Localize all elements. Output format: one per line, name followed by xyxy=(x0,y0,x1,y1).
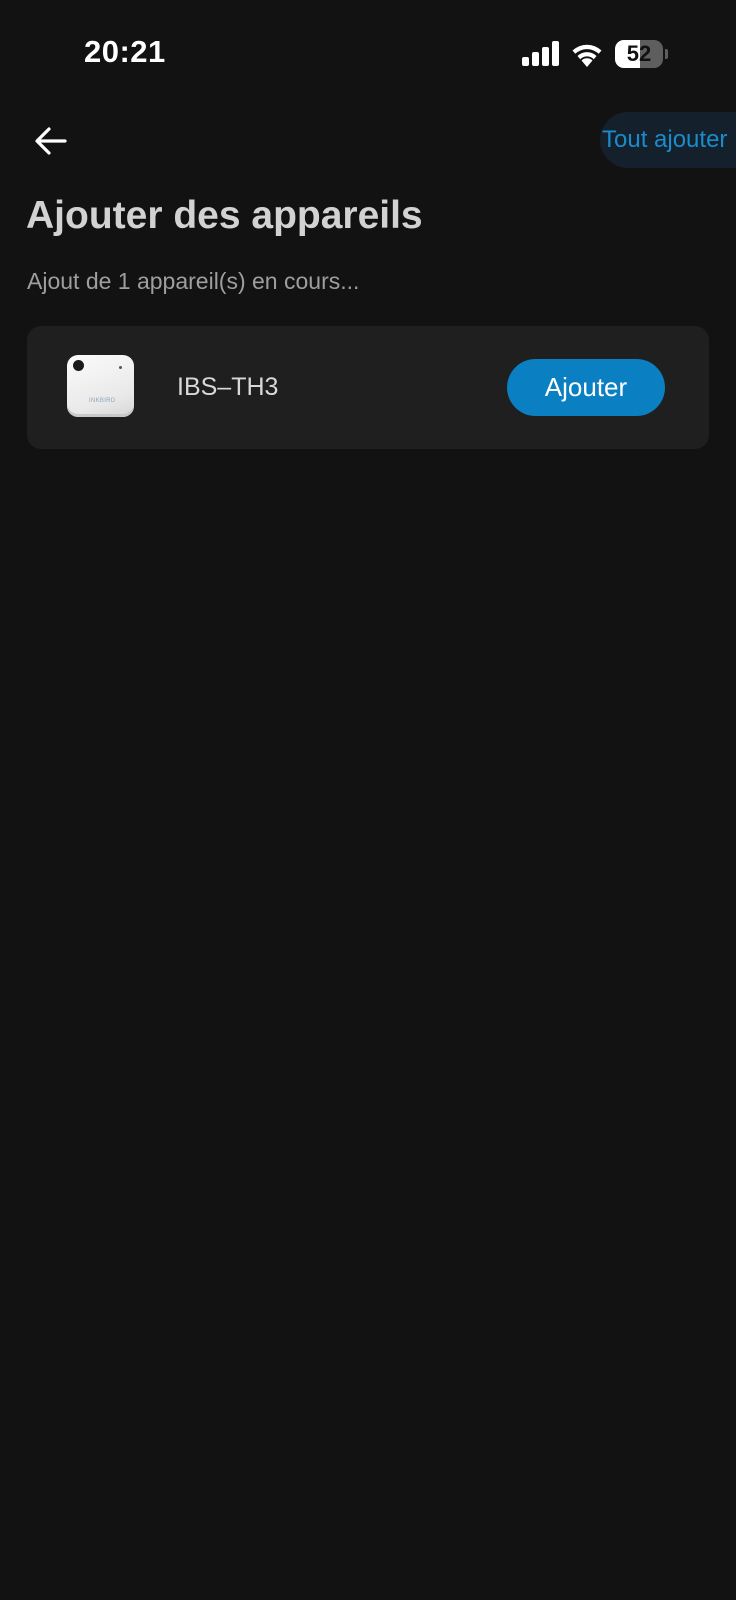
add-all-label: Tout ajouter xyxy=(602,126,728,153)
battery-indicator: 52 xyxy=(615,40,668,68)
page-title: Ajouter des appareils xyxy=(26,194,423,237)
battery-level: 52 xyxy=(626,41,652,66)
cellular-signal-icon xyxy=(522,41,559,66)
status-time: 20:21 xyxy=(84,34,166,69)
arrow-left-icon xyxy=(35,127,67,155)
device-name: IBS–TH3 xyxy=(177,373,279,401)
add-all-button[interactable]: Tout ajouter xyxy=(600,112,736,168)
device-image: INKBIRD xyxy=(67,355,134,417)
battery-cap xyxy=(665,49,668,59)
device-brand-logo: INKBIRD xyxy=(89,398,116,404)
device-card: INKBIRD IBS–TH3 Ajouter xyxy=(27,326,709,449)
status-bar: 20:21 52 xyxy=(0,0,736,108)
add-device-button[interactable]: Ajouter xyxy=(507,359,665,416)
device-sensor-dot xyxy=(73,360,84,371)
battery-icon: 52 xyxy=(615,40,663,68)
back-button[interactable] xyxy=(26,116,76,166)
page-subtitle: Ajout de 1 appareil(s) en cours... xyxy=(27,268,360,294)
wifi-icon xyxy=(572,44,602,67)
device-led-dot xyxy=(119,366,122,369)
